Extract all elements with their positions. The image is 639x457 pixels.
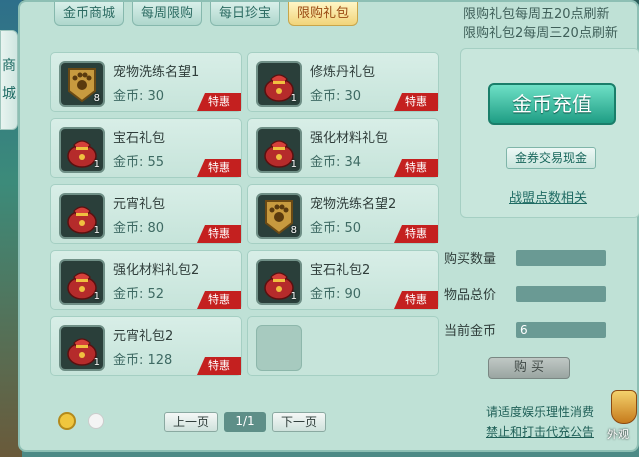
outlook-button[interactable]: 外观: [607, 386, 639, 450]
shop-item-card[interactable]: 1 强化材料礼包 金币: 34 特惠: [247, 118, 439, 178]
total-price-field: [516, 285, 606, 302]
coupon-trade-button[interactable]: 金券交易现金: [506, 147, 596, 169]
refresh-notice-line: 限购礼包每周五20点刷新: [463, 7, 610, 22]
total-row: 物品总价: [444, 284, 606, 303]
item-name: 元宵礼包2: [113, 329, 174, 344]
special-offer-badge: 特惠: [197, 225, 241, 243]
refresh-notice-line: 限购礼包2每周三20点刷新: [463, 26, 618, 41]
item-quantity: 8: [93, 93, 100, 104]
pager: 上一页 1/1 下一页: [164, 412, 327, 432]
special-offer-badge: 特惠: [394, 225, 438, 243]
item-price: 金币: 30: [113, 89, 165, 104]
shop-item-card[interactable]: 1 元宵礼包2 金币: 128 特惠: [50, 316, 242, 376]
special-offer-badge: 特惠: [197, 291, 241, 309]
item-price: 金币: 34: [310, 155, 362, 170]
red-gift-bag-icon: 1: [59, 325, 105, 371]
tab-weekly-limited[interactable]: 每周限购: [132, 2, 203, 26]
shop-item-card[interactable]: 8 宠物洗练名望2 金币: 50 特惠: [247, 184, 439, 244]
item-price: 金币: 128: [113, 353, 173, 368]
anti-proxy-notice-link[interactable]: 禁止和打击代充公告: [466, 422, 594, 442]
item-name: 宝石礼包2: [310, 263, 371, 278]
empty-slot: [256, 325, 302, 371]
shop-item-card[interactable]: 1 修炼丹礼包金币: 30 特惠: [247, 52, 439, 112]
current-gold-row: 当前金币 6: [444, 320, 606, 339]
footer-links: 请适度娱乐理性消费 禁止和打击代充公告: [466, 402, 594, 442]
item-name: 强化材料礼包: [310, 131, 389, 146]
special-offer-badge: 特惠: [394, 159, 438, 177]
tab-gold-shop[interactable]: 金币商城: [54, 2, 125, 26]
item-quantity: 1: [93, 225, 100, 236]
item-name: 宠物洗练名望1: [113, 65, 200, 80]
shop-panel: 金币商城 每周限购 每日珍宝 限购礼包 限购礼包每周五20点刷新 限购礼包2每周…: [18, 0, 639, 452]
item-price: 金币: 50: [310, 221, 362, 236]
special-offer-badge: 特惠: [197, 357, 241, 375]
red-gift-bag-icon: 1: [59, 193, 105, 239]
item-quantity: 1: [290, 159, 297, 170]
item-price: 金币: 30: [310, 89, 362, 104]
red-gift-bag-icon: 1: [256, 259, 302, 305]
paw-badge-icon: 8: [59, 61, 105, 107]
shop-item-card[interactable]: 1 强化材料礼包2 金币: 52 特惠: [50, 250, 242, 310]
item-price: 金币: 80: [113, 221, 165, 236]
shop-item-card[interactable]: 8 宠物洗练名望1 金币: 30 特惠: [50, 52, 242, 112]
next-page-button[interactable]: 下一页: [272, 412, 327, 432]
current-gold-field: 6: [516, 321, 606, 338]
outlook-label: 外观: [607, 428, 629, 441]
item-name: 强化材料礼包2: [113, 263, 200, 278]
quantity-row: 购买数量: [444, 248, 606, 267]
item-grid: 8 宠物洗练名望1 金币: 30 特惠 1 修炼丹礼包金币: 30 特惠 1 宝石礼包金币: 5…: [50, 52, 442, 382]
item-name: 宝石礼包: [113, 131, 166, 146]
buy-button[interactable]: 购 买: [488, 357, 570, 379]
coin-icon[interactable]: [58, 412, 76, 430]
item-quantity: 1: [290, 93, 297, 104]
item-price: 金币: 55: [113, 155, 165, 170]
tab-limited-packs[interactable]: 限购礼包: [288, 2, 359, 26]
current-gold-label: 当前金币: [444, 324, 497, 339]
item-quantity: 1: [93, 291, 100, 302]
outlook-emblem-icon: [611, 390, 637, 424]
side-banner-char: 城: [2, 86, 16, 102]
item-quantity: 1: [290, 291, 297, 302]
guild-points-link[interactable]: 战盟点数相关: [509, 187, 587, 206]
item-price: 金币: 52: [113, 287, 165, 302]
empty-item-card: [247, 316, 439, 376]
refresh-notice: 限购礼包每周五20点刷新 限购礼包2每周三20点刷新: [463, 5, 639, 43]
quantity-input[interactable]: [516, 249, 606, 266]
paw-badge-icon: 8: [256, 193, 302, 239]
item-name: 宠物洗练名望2: [310, 197, 397, 212]
page-indicator: 1/1: [224, 412, 267, 432]
side-banner-char: 商: [2, 58, 16, 74]
tab-daily-treasure[interactable]: 每日珍宝: [210, 2, 281, 26]
item-quantity: 1: [93, 357, 100, 368]
quantity-label: 购买数量: [444, 252, 497, 267]
gold-recharge-button[interactable]: 金币充值: [488, 83, 616, 125]
moderation-notice: 请适度娱乐理性消费: [485, 405, 594, 419]
shop-item-card[interactable]: 1 元宵礼包金币: 80 特惠: [50, 184, 242, 244]
shop-tabs: 金币商城 每周限购 每日珍宝 限购礼包: [54, 2, 359, 28]
item-quantity: 8: [290, 225, 297, 236]
recharge-panel: 金币充值 金券交易现金 战盟点数相关: [460, 48, 639, 218]
item-price: 金币: 90: [310, 287, 362, 302]
shop-item-card[interactable]: 1 宝石礼包2 金币: 90 特惠: [247, 250, 439, 310]
shop-item-card[interactable]: 1 宝石礼包金币: 55 特惠: [50, 118, 242, 178]
item-name: 修炼丹礼包: [310, 65, 376, 80]
red-gift-bag-icon: 1: [256, 127, 302, 173]
pearl-icon[interactable]: [88, 413, 104, 429]
red-gift-bag-icon: 1: [59, 127, 105, 173]
special-offer-badge: 特惠: [197, 93, 241, 111]
red-gift-bag-icon: 1: [59, 259, 105, 305]
special-offer-badge: 特惠: [197, 159, 241, 177]
side-banner[interactable]: 商 城: [0, 30, 18, 130]
special-offer-badge: 特惠: [394, 93, 438, 111]
red-gift-bag-icon: 1: [256, 61, 302, 107]
total-label: 物品总价: [444, 288, 497, 303]
item-quantity: 1: [93, 159, 100, 170]
item-name: 元宵礼包: [113, 197, 166, 212]
prev-page-button[interactable]: 上一页: [164, 412, 219, 432]
special-offer-badge: 特惠: [394, 291, 438, 309]
